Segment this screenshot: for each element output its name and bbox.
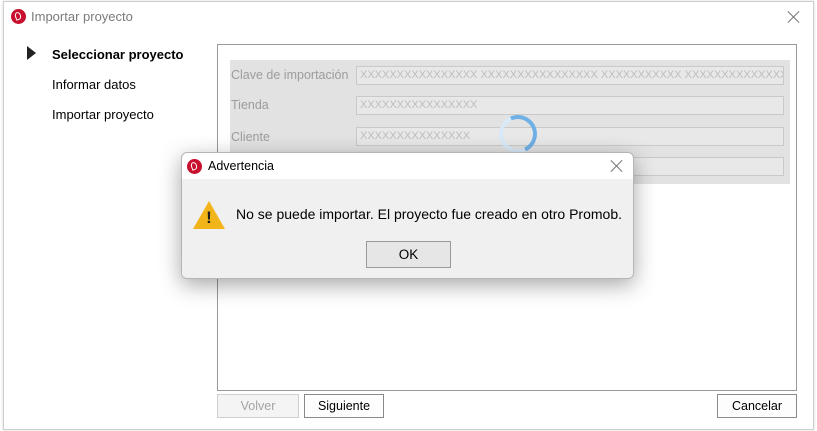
cancel-button[interactable]: Cancelar	[717, 394, 797, 418]
client-input[interactable]: XXXXXXXXXXXXXXX	[356, 127, 784, 146]
import-key-input[interactable]: XXXXXXXXXXXXXXXX XXXXXXXXXXXXXXXX XXXXXX…	[356, 66, 784, 85]
dialog-message: No se puede importar. El proyecto fue cr…	[236, 206, 622, 222]
step-select-project: Seleccionar proyecto	[52, 47, 184, 62]
warning-dialog: Advertencia ! No se puede importar. El p…	[181, 152, 634, 279]
field-label-client: Cliente	[231, 130, 270, 144]
warning-icon-mark: !	[206, 208, 212, 227]
window-close-icon[interactable]	[787, 10, 801, 24]
current-step-arrow-icon	[27, 46, 36, 60]
step-import-project: Importar proyecto	[52, 107, 154, 122]
next-button[interactable]: Siguiente	[304, 394, 384, 418]
ok-button[interactable]: OK	[366, 241, 451, 268]
dialog-close-icon[interactable]	[610, 159, 624, 173]
promob-logo-icon	[11, 9, 26, 24]
dialog-title: Advertencia	[208, 159, 275, 173]
promob-logo-icon	[187, 159, 202, 174]
back-button[interactable]: Volver	[217, 394, 299, 418]
field-label-store: Tienda	[231, 98, 269, 112]
store-input[interactable]: XXXXXXXXXXXXXXXX	[356, 96, 784, 115]
title-bar: Importar proyecto	[4, 2, 813, 32]
window-title: Importar proyecto	[31, 9, 133, 24]
field-label-import-key: Clave de importación	[231, 68, 349, 82]
step-inform-data: Informar datos	[52, 77, 136, 92]
dialog-body: ! No se puede importar. El proyecto fue …	[182, 179, 633, 278]
